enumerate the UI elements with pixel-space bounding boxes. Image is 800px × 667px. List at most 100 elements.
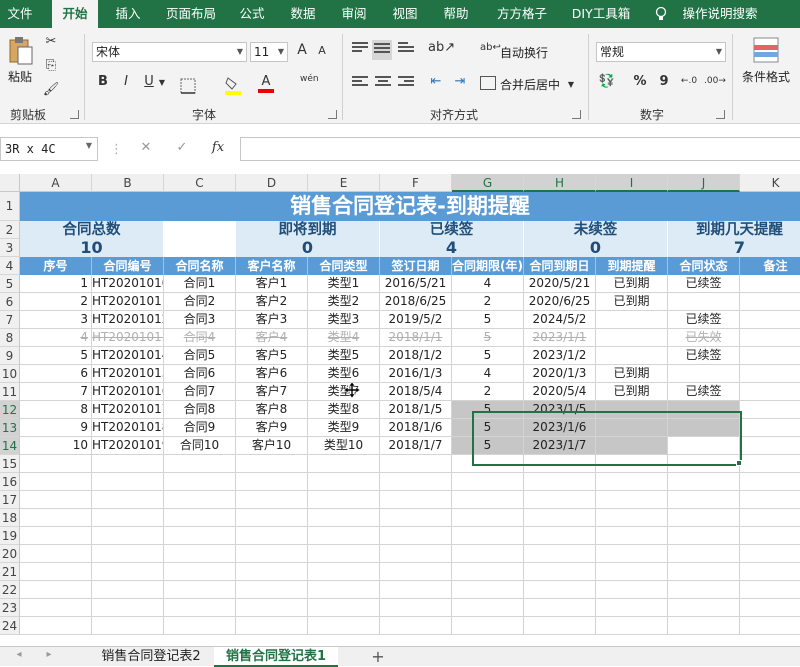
- column-header-e[interactable]: E: [308, 174, 380, 192]
- decrease-indent-icon[interactable]: ⇤: [428, 74, 444, 89]
- column-title[interactable]: 合同到期日: [524, 257, 596, 275]
- empty-cell[interactable]: [740, 527, 800, 545]
- table-cell[interactable]: 合同9: [164, 419, 236, 437]
- empty-cell[interactable]: [380, 509, 452, 527]
- table-cell[interactable]: 2: [20, 293, 92, 311]
- empty-cell[interactable]: [236, 491, 308, 509]
- table-cell[interactable]: 类型2: [308, 293, 380, 311]
- table-cell[interactable]: 5: [452, 347, 524, 365]
- column-header-f[interactable]: F: [380, 174, 452, 192]
- insert-function-icon[interactable]: fx: [206, 140, 230, 155]
- empty-cell[interactable]: [524, 545, 596, 563]
- empty-cell[interactable]: [452, 491, 524, 509]
- table-cell[interactable]: 7: [20, 383, 92, 401]
- table-cell[interactable]: [740, 419, 800, 437]
- empty-cell[interactable]: [92, 509, 164, 527]
- column-title[interactable]: 合同编号: [92, 257, 164, 275]
- table-cell[interactable]: 4: [20, 329, 92, 347]
- row-header-20[interactable]: 20: [0, 545, 20, 563]
- row-header-13[interactable]: 13: [0, 419, 20, 437]
- empty-cell[interactable]: [668, 581, 740, 599]
- shrink-font-icon[interactable]: A: [314, 44, 330, 57]
- table-cell[interactable]: 已到期: [596, 293, 668, 311]
- tab-insert[interactable]: 插入: [108, 0, 148, 28]
- phonetic-icon[interactable]: wén: [300, 74, 319, 84]
- table-cell[interactable]: 2020/5/4: [524, 383, 596, 401]
- empty-cell[interactable]: [452, 563, 524, 581]
- formula-input[interactable]: [240, 137, 800, 161]
- empty-cell[interactable]: [380, 527, 452, 545]
- table-cell[interactable]: 2018/1/1: [380, 329, 452, 347]
- table-cell[interactable]: 2016/5/21: [380, 275, 452, 293]
- empty-cell[interactable]: [596, 563, 668, 581]
- grow-font-icon[interactable]: A: [294, 42, 310, 58]
- empty-cell[interactable]: [596, 509, 668, 527]
- empty-cell[interactable]: [308, 581, 380, 599]
- column-title[interactable]: 签订日期: [380, 257, 452, 275]
- empty-cell[interactable]: [308, 599, 380, 617]
- row-header-3[interactable]: 3: [0, 239, 20, 257]
- format-painter-icon[interactable]: 🖌: [42, 82, 60, 97]
- empty-cell[interactable]: [164, 599, 236, 617]
- row-header-22[interactable]: 22: [0, 581, 20, 599]
- select-all-corner[interactable]: [0, 174, 20, 192]
- empty-cell[interactable]: [92, 581, 164, 599]
- empty-cell[interactable]: [92, 527, 164, 545]
- table-cell[interactable]: 10: [20, 437, 92, 455]
- increase-indent-icon[interactable]: ⇥: [452, 74, 468, 89]
- empty-cell[interactable]: [524, 509, 596, 527]
- table-cell[interactable]: HT20201011: [92, 293, 164, 311]
- align-middle-icon[interactable]: [372, 40, 392, 60]
- table-cell[interactable]: 类型6: [308, 365, 380, 383]
- column-title[interactable]: 合同状态: [668, 257, 740, 275]
- table-cell[interactable]: [740, 437, 800, 455]
- chevron-down-icon[interactable]: ▼: [158, 78, 166, 87]
- empty-cell[interactable]: [668, 563, 740, 581]
- table-cell[interactable]: 已到期: [596, 365, 668, 383]
- summary-label[interactable]: 即将到期: [236, 221, 380, 239]
- table-cell[interactable]: 8: [20, 401, 92, 419]
- percent-button[interactable]: %: [632, 74, 648, 89]
- empty-cell[interactable]: [452, 473, 524, 491]
- empty-cell[interactable]: [740, 455, 800, 473]
- table-cell[interactable]: 客户5: [236, 347, 308, 365]
- decrease-decimal-icon[interactable]: .00→: [704, 76, 726, 86]
- table-cell[interactable]: HT20201014: [92, 347, 164, 365]
- empty-cell[interactable]: [596, 599, 668, 617]
- summary-value[interactable]: 0: [236, 239, 380, 257]
- worksheet-grid[interactable]: ABCDEFGHIJK 1 2 3 4 5 6 7 8 9 10 11 12 13 14 15 16 17 18 1…: [0, 174, 800, 646]
- number-format-combo[interactable]: 常规 ▼: [596, 42, 726, 62]
- row-header-17[interactable]: 17: [0, 491, 20, 509]
- empty-cell[interactable]: [668, 509, 740, 527]
- paste-button[interactable]: 粘贴: [8, 68, 32, 85]
- empty-cell[interactable]: [164, 545, 236, 563]
- empty-cell[interactable]: [740, 617, 800, 635]
- empty-cell[interactable]: [668, 491, 740, 509]
- table-cell[interactable]: 合同8: [164, 401, 236, 419]
- paste-icon[interactable]: [8, 36, 34, 66]
- alignment-launcher-icon[interactable]: [572, 110, 581, 119]
- summary-label[interactable]: 已续签: [380, 221, 524, 239]
- empty-cell[interactable]: [308, 617, 380, 635]
- empty-cell[interactable]: [740, 509, 800, 527]
- summary-label[interactable]: 合同总数: [20, 221, 164, 239]
- table-cell[interactable]: 已到期: [596, 383, 668, 401]
- column-header-j[interactable]: J: [668, 174, 740, 192]
- table-cell[interactable]: [596, 311, 668, 329]
- empty-cell[interactable]: [452, 599, 524, 617]
- summary-label[interactable]: 未续签: [524, 221, 668, 239]
- column-title[interactable]: 合同名称: [164, 257, 236, 275]
- table-cell[interactable]: 类型3: [308, 311, 380, 329]
- table-cell[interactable]: 已续签: [668, 311, 740, 329]
- empty-cell[interactable]: [236, 509, 308, 527]
- empty-cell[interactable]: [668, 617, 740, 635]
- empty-cell[interactable]: [20, 599, 92, 617]
- table-cell[interactable]: 2: [452, 293, 524, 311]
- tab-review[interactable]: 审阅: [334, 0, 374, 28]
- empty-cell[interactable]: [20, 563, 92, 581]
- clipboard-launcher-icon[interactable]: [70, 110, 79, 119]
- empty-cell[interactable]: [236, 617, 308, 635]
- empty-cell[interactable]: [740, 563, 800, 581]
- table-cell[interactable]: [740, 293, 800, 311]
- table-cell[interactable]: [740, 401, 800, 419]
